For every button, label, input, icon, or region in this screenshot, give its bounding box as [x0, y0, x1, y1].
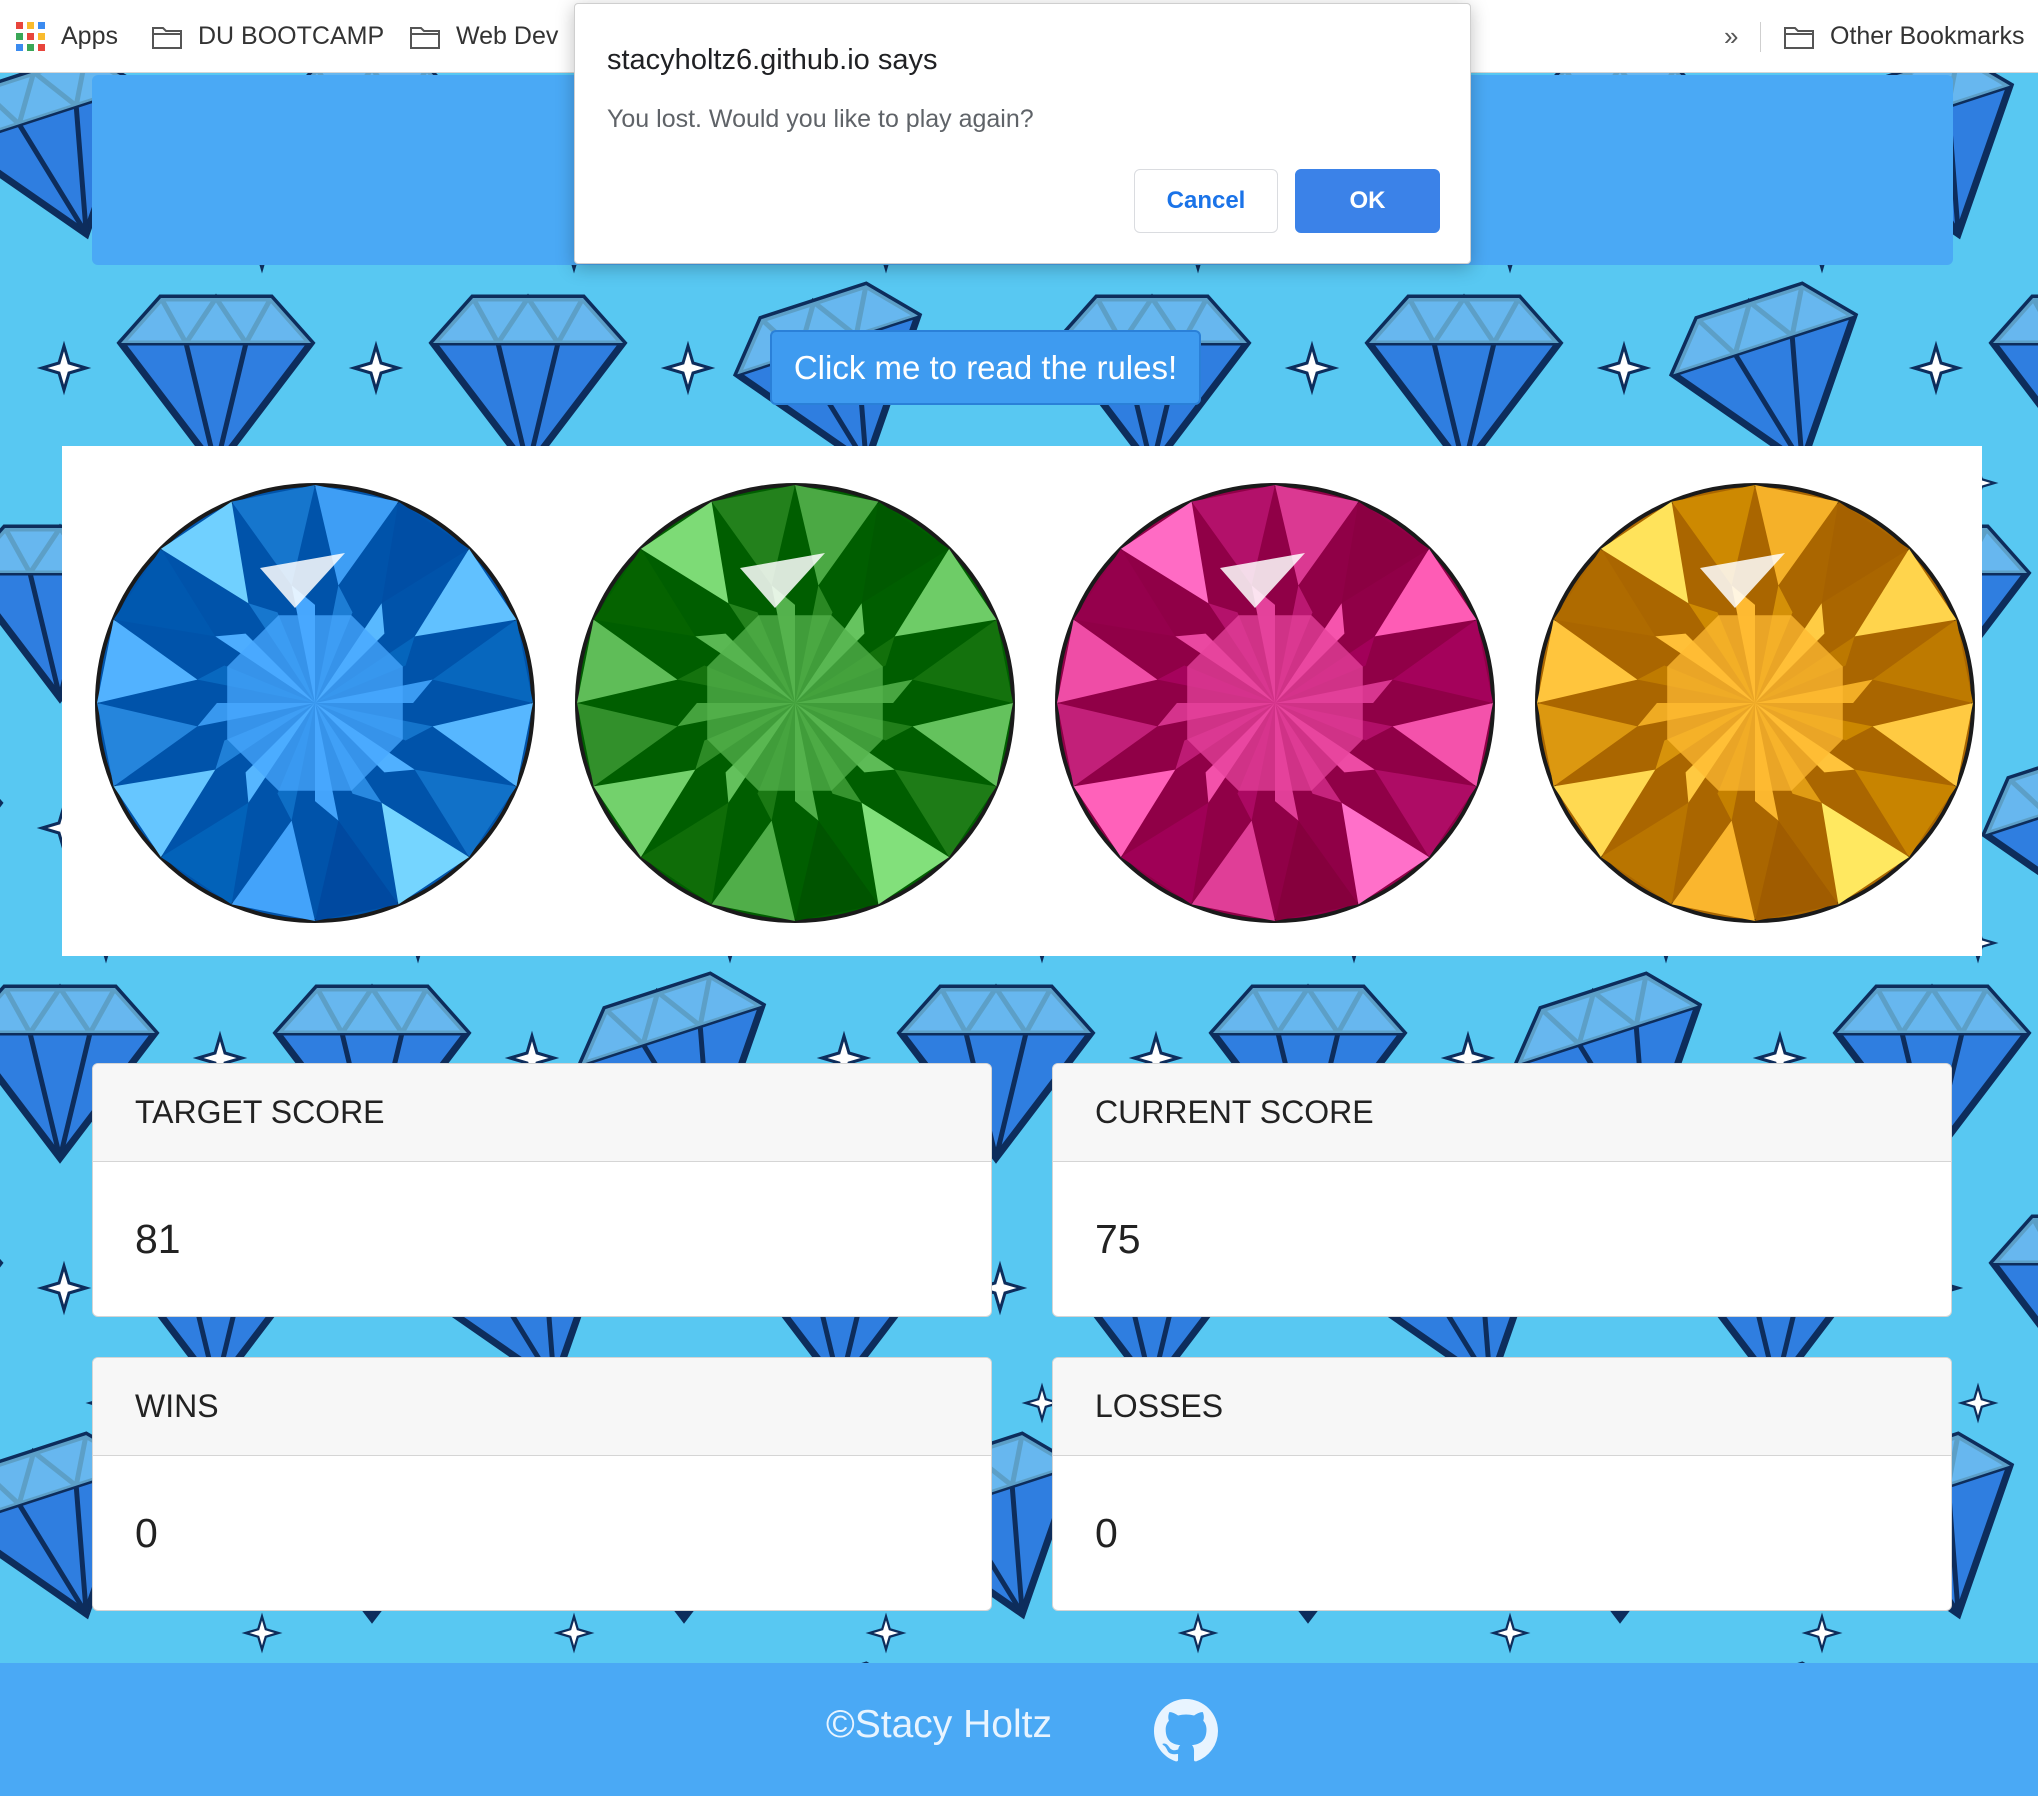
target-score-value: 81 [135, 1216, 181, 1262]
bookmark-folder-label: DU BOOTCAMP [198, 22, 385, 50]
gem-yellow[interactable] [1532, 480, 1978, 926]
folder-icon [1784, 25, 1814, 49]
dialog-message: You lost. Would you like to play again? [607, 105, 1034, 133]
losses-label: LOSSES [1053, 1358, 1951, 1456]
wins-label: WINS [93, 1358, 991, 1456]
folder-icon [152, 25, 182, 49]
bookmark-apps[interactable]: Apps [16, 0, 118, 73]
current-score-card: CURRENT SCORE 75 [1052, 1063, 1952, 1317]
bookmark-apps-label: Apps [61, 22, 118, 50]
wins-value: 0 [135, 1510, 158, 1556]
alert-dialog: stacyholtz6.github.io says You lost. Wou… [574, 3, 1471, 264]
ok-button[interactable]: OK [1295, 169, 1440, 233]
footer: ©Stacy Holtz [0, 1663, 2038, 1796]
gem-green[interactable] [572, 480, 1018, 926]
folder-icon [410, 25, 440, 49]
losses-value: 0 [1095, 1510, 1118, 1556]
bookmark-folder-web-dev[interactable]: Web Dev [410, 0, 558, 73]
chevron-double-right-icon: » [1724, 21, 1739, 51]
github-icon[interactable] [1154, 1699, 1218, 1763]
current-score-value: 75 [1095, 1216, 1141, 1262]
gem-blue[interactable] [92, 480, 538, 926]
target-score-card: TARGET SCORE 81 [92, 1063, 992, 1317]
bookmarks-divider [1760, 22, 1761, 52]
bookmarks-overflow-button[interactable]: » [1724, 0, 1738, 73]
target-score-label: TARGET SCORE [93, 1064, 991, 1162]
losses-card: LOSSES 0 [1052, 1357, 1952, 1611]
bookmark-folder-label: Web Dev [456, 22, 559, 50]
gem-pink[interactable] [1052, 480, 1498, 926]
footer-copyright: ©Stacy Holtz [826, 1703, 1052, 1746]
gem-panel [62, 446, 1982, 956]
cancel-button[interactable]: Cancel [1134, 169, 1278, 233]
apps-grid-icon [16, 22, 45, 51]
current-score-label: CURRENT SCORE [1053, 1064, 1951, 1162]
read-rules-button[interactable]: Click me to read the rules! [770, 330, 1201, 405]
wins-card: WINS 0 [92, 1357, 992, 1611]
bookmark-other-label: Other Bookmarks [1830, 22, 2025, 50]
bookmark-other-bookmarks[interactable]: Other Bookmarks [1784, 0, 2025, 73]
dialog-title: stacyholtz6.github.io says [607, 44, 938, 76]
bookmark-folder-du-bootcamp[interactable]: DU BOOTCAMP [152, 0, 384, 73]
